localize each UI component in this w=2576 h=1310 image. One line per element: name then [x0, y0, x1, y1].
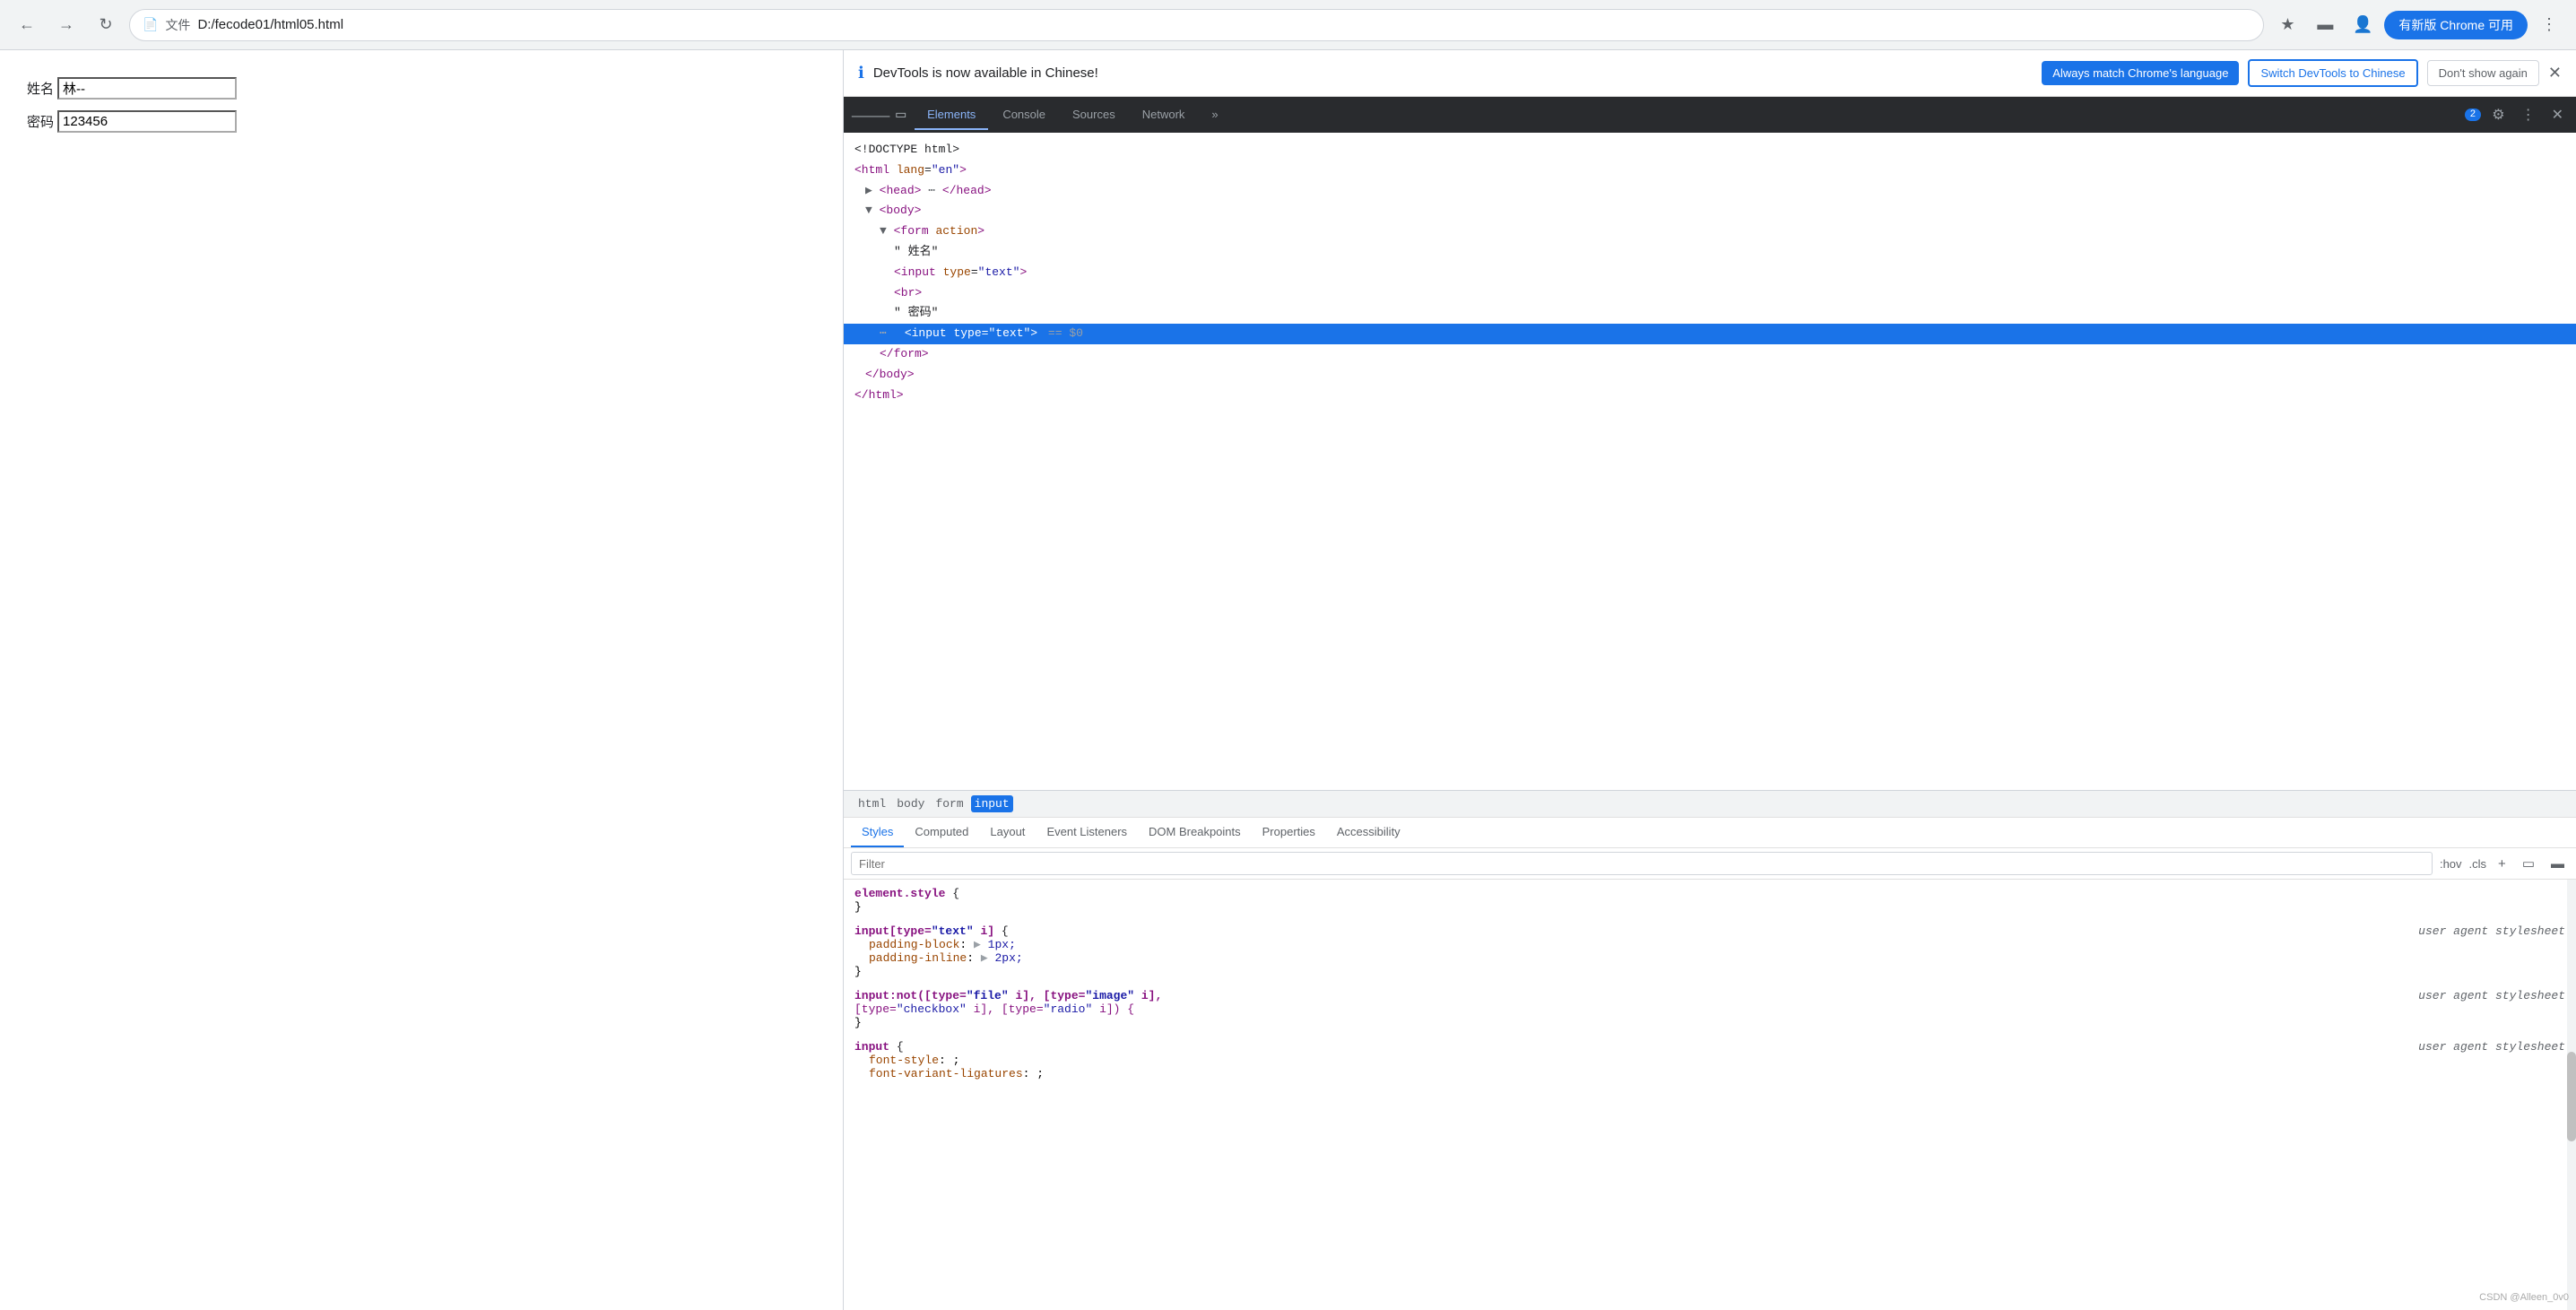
devtools-tab-icons: 2 ⚙ ⋮ ✕ [2465, 102, 2569, 127]
device-toolbar-icon[interactable]: ▭ [896, 105, 906, 125]
browser-chrome: ← → ↻ 📄 文件 D:/fecode01/html05.html ★ ▬ 👤… [0, 0, 2576, 50]
tree-form[interactable]: ▼ <form action> [844, 221, 2576, 242]
page-content: 姓名 密码 [0, 50, 843, 1310]
toolbar-right: ★ ▬ 👤 有新版 Chrome 可用 ⋮ [2271, 9, 2565, 41]
breadcrumb-html[interactable]: html [854, 795, 889, 812]
dont-show-button[interactable]: Don't show again [2427, 60, 2539, 86]
input-type-text-rule: input[type="text" i] { user agent styles… [854, 924, 2565, 978]
tree-input-text[interactable]: <input type="text"> [844, 263, 2576, 283]
breadcrumb-body[interactable]: body [893, 795, 928, 812]
styles-toolbar: :hov .cls + ▭ ▬ [844, 848, 2576, 880]
file-label: 文件 [165, 16, 190, 34]
name-row: 姓名 [27, 77, 816, 100]
devtools-bottom: html body form input Styles Computed Lay… [844, 790, 2576, 1310]
settings-button[interactable]: ⚙ [2486, 102, 2510, 127]
notification-text: DevTools is now available in Chinese! [873, 65, 2033, 81]
lock-icon: 📄 [143, 17, 158, 32]
tree-html-close: </html> [844, 386, 2576, 406]
input-text-selector: input[type="text" i] { [854, 924, 1009, 938]
styles-tab-accessibility[interactable]: Accessibility [1326, 818, 1411, 847]
tree-text-name: " 姓名" [844, 242, 2576, 263]
padding-inline-prop: padding-inline: ▶ 2px; [854, 951, 2565, 965]
styles-tab-styles[interactable]: Styles [851, 818, 904, 847]
styles-tab-event-listeners[interactable]: Event Listeners [1036, 818, 1138, 847]
close-devtools-button[interactable]: ✕ [2546, 102, 2569, 127]
watermark: CSDN @Alleen_0v0 [2479, 1292, 2569, 1303]
tab-more[interactable]: » [1199, 100, 1230, 130]
notification-close-button[interactable]: ✕ [2548, 64, 2562, 82]
input-rule: input { user agent stylesheet font-style… [854, 1040, 2565, 1080]
inspect-cursor-icon[interactable]: ⸻ [851, 103, 890, 126]
tree-body[interactable]: ▼ <body> [844, 201, 2576, 221]
styles-tab-properties[interactable]: Properties [1252, 818, 1326, 847]
tree-text-pw: " 密码" [844, 303, 2576, 324]
add-style-button[interactable]: + [2494, 855, 2511, 873]
profile-button[interactable]: 👤 [2346, 9, 2379, 41]
cls-label[interactable]: .cls [2469, 857, 2487, 871]
url-text: D:/fecode01/html05.html [197, 17, 343, 32]
devtools-notification: ℹ DevTools is now available in Chinese! … [844, 50, 2576, 97]
devtools-panel: ℹ DevTools is now available in Chinese! … [843, 50, 2576, 1310]
breadcrumb-input[interactable]: input [971, 795, 1013, 812]
styles-tabs: Styles Computed Layout Event Listeners D… [844, 818, 2576, 848]
font-style-prop: font-style: ; [854, 1054, 2565, 1067]
styles-content: element.style { } input[type="text" i] {… [844, 880, 2576, 1310]
switch-devtools-button[interactable]: Switch DevTools to Chinese [2248, 59, 2417, 87]
password-input[interactable] [57, 110, 237, 133]
toggle-box-model-button[interactable]: ▭ [2518, 854, 2539, 873]
tree-head[interactable]: ▶ <head> ⋯ </head> [844, 181, 2576, 202]
tab-console[interactable]: Console [990, 100, 1058, 130]
ellipsis-icon: ⋯ [880, 325, 887, 343]
address-bar[interactable]: 📄 文件 D:/fecode01/html05.html [129, 9, 2264, 41]
padding-block-prop: padding-block: ▶ 1px; [854, 938, 2565, 951]
extensions-button[interactable]: ▬ [2309, 9, 2341, 41]
back-button[interactable]: ← [11, 9, 43, 41]
reload-button[interactable]: ↻ [90, 9, 122, 41]
more-options-button[interactable]: ⋮ [2516, 102, 2541, 127]
tab-sources[interactable]: Sources [1060, 100, 1128, 130]
tree-body-close: </body> [844, 365, 2576, 386]
issues-badge: 2 [2465, 108, 2482, 121]
name-input[interactable] [57, 77, 237, 100]
password-row: 密码 [27, 110, 816, 133]
scrollbar-thumb[interactable] [2567, 1052, 2576, 1141]
element-style-rule: element.style { } [854, 887, 2565, 914]
breadcrumb-bar: html body form input [844, 791, 2576, 818]
input-not-rule: input:not([type="file" i], [type="image"… [854, 989, 2565, 1029]
breadcrumb-form[interactable]: form [932, 795, 967, 812]
toggle-layout-button[interactable]: ▬ [2546, 855, 2569, 873]
input-not-selector: input:not([type="file" i], [type="image"… [854, 989, 1162, 1002]
menu-button[interactable]: ⋮ [2533, 9, 2565, 41]
forward-button[interactable]: → [50, 9, 82, 41]
styles-tab-computed[interactable]: Computed [904, 818, 979, 847]
tree-form-close: </form> [844, 344, 2576, 365]
scrollbar-track[interactable] [2567, 880, 2576, 1310]
tree-br: <br> [844, 283, 2576, 304]
font-variant-ligatures-prop: font-variant-ligatures: ; [854, 1067, 2565, 1080]
tab-elements[interactable]: Elements [915, 100, 988, 130]
devtools-tabs: ⸻ ▭ Elements Console Sources Network » 2… [844, 97, 2576, 133]
password-label: 密码 [27, 112, 54, 131]
element-style-selector: element.style { [854, 887, 959, 900]
info-icon: ℹ [858, 64, 864, 83]
user-agent-comment-3: user agent stylesheet [2418, 1040, 2565, 1054]
tree-doctype: <!DOCTYPE html> [844, 140, 2576, 160]
name-label: 姓名 [27, 79, 54, 98]
styles-tab-layout[interactable]: Layout [979, 818, 1036, 847]
tree-html[interactable]: <html lang="en"> [844, 160, 2576, 181]
update-chrome-button[interactable]: 有新版 Chrome 可用 [2384, 11, 2528, 39]
pseudo-state-label[interactable]: :hov [2440, 857, 2462, 871]
filter-input[interactable] [851, 852, 2433, 875]
main-area: 姓名 密码 ℹ DevTools is now available in Chi… [0, 50, 2576, 1310]
match-language-button[interactable]: Always match Chrome's language [2042, 61, 2239, 85]
user-agent-comment-2: user agent stylesheet [2418, 989, 2565, 1002]
tab-network[interactable]: Network [1130, 100, 1198, 130]
html-tree: <!DOCTYPE html> <html lang="en"> ▶ <head… [844, 133, 2576, 790]
tree-input-pw[interactable]: ⋯ <input type="text"> == $0 [844, 324, 2576, 344]
input-selector: input { [854, 1040, 904, 1054]
styles-tab-dom-breakpoints[interactable]: DOM Breakpoints [1138, 818, 1252, 847]
bookmark-button[interactable]: ★ [2271, 9, 2303, 41]
user-agent-comment-1: user agent stylesheet [2418, 924, 2565, 938]
